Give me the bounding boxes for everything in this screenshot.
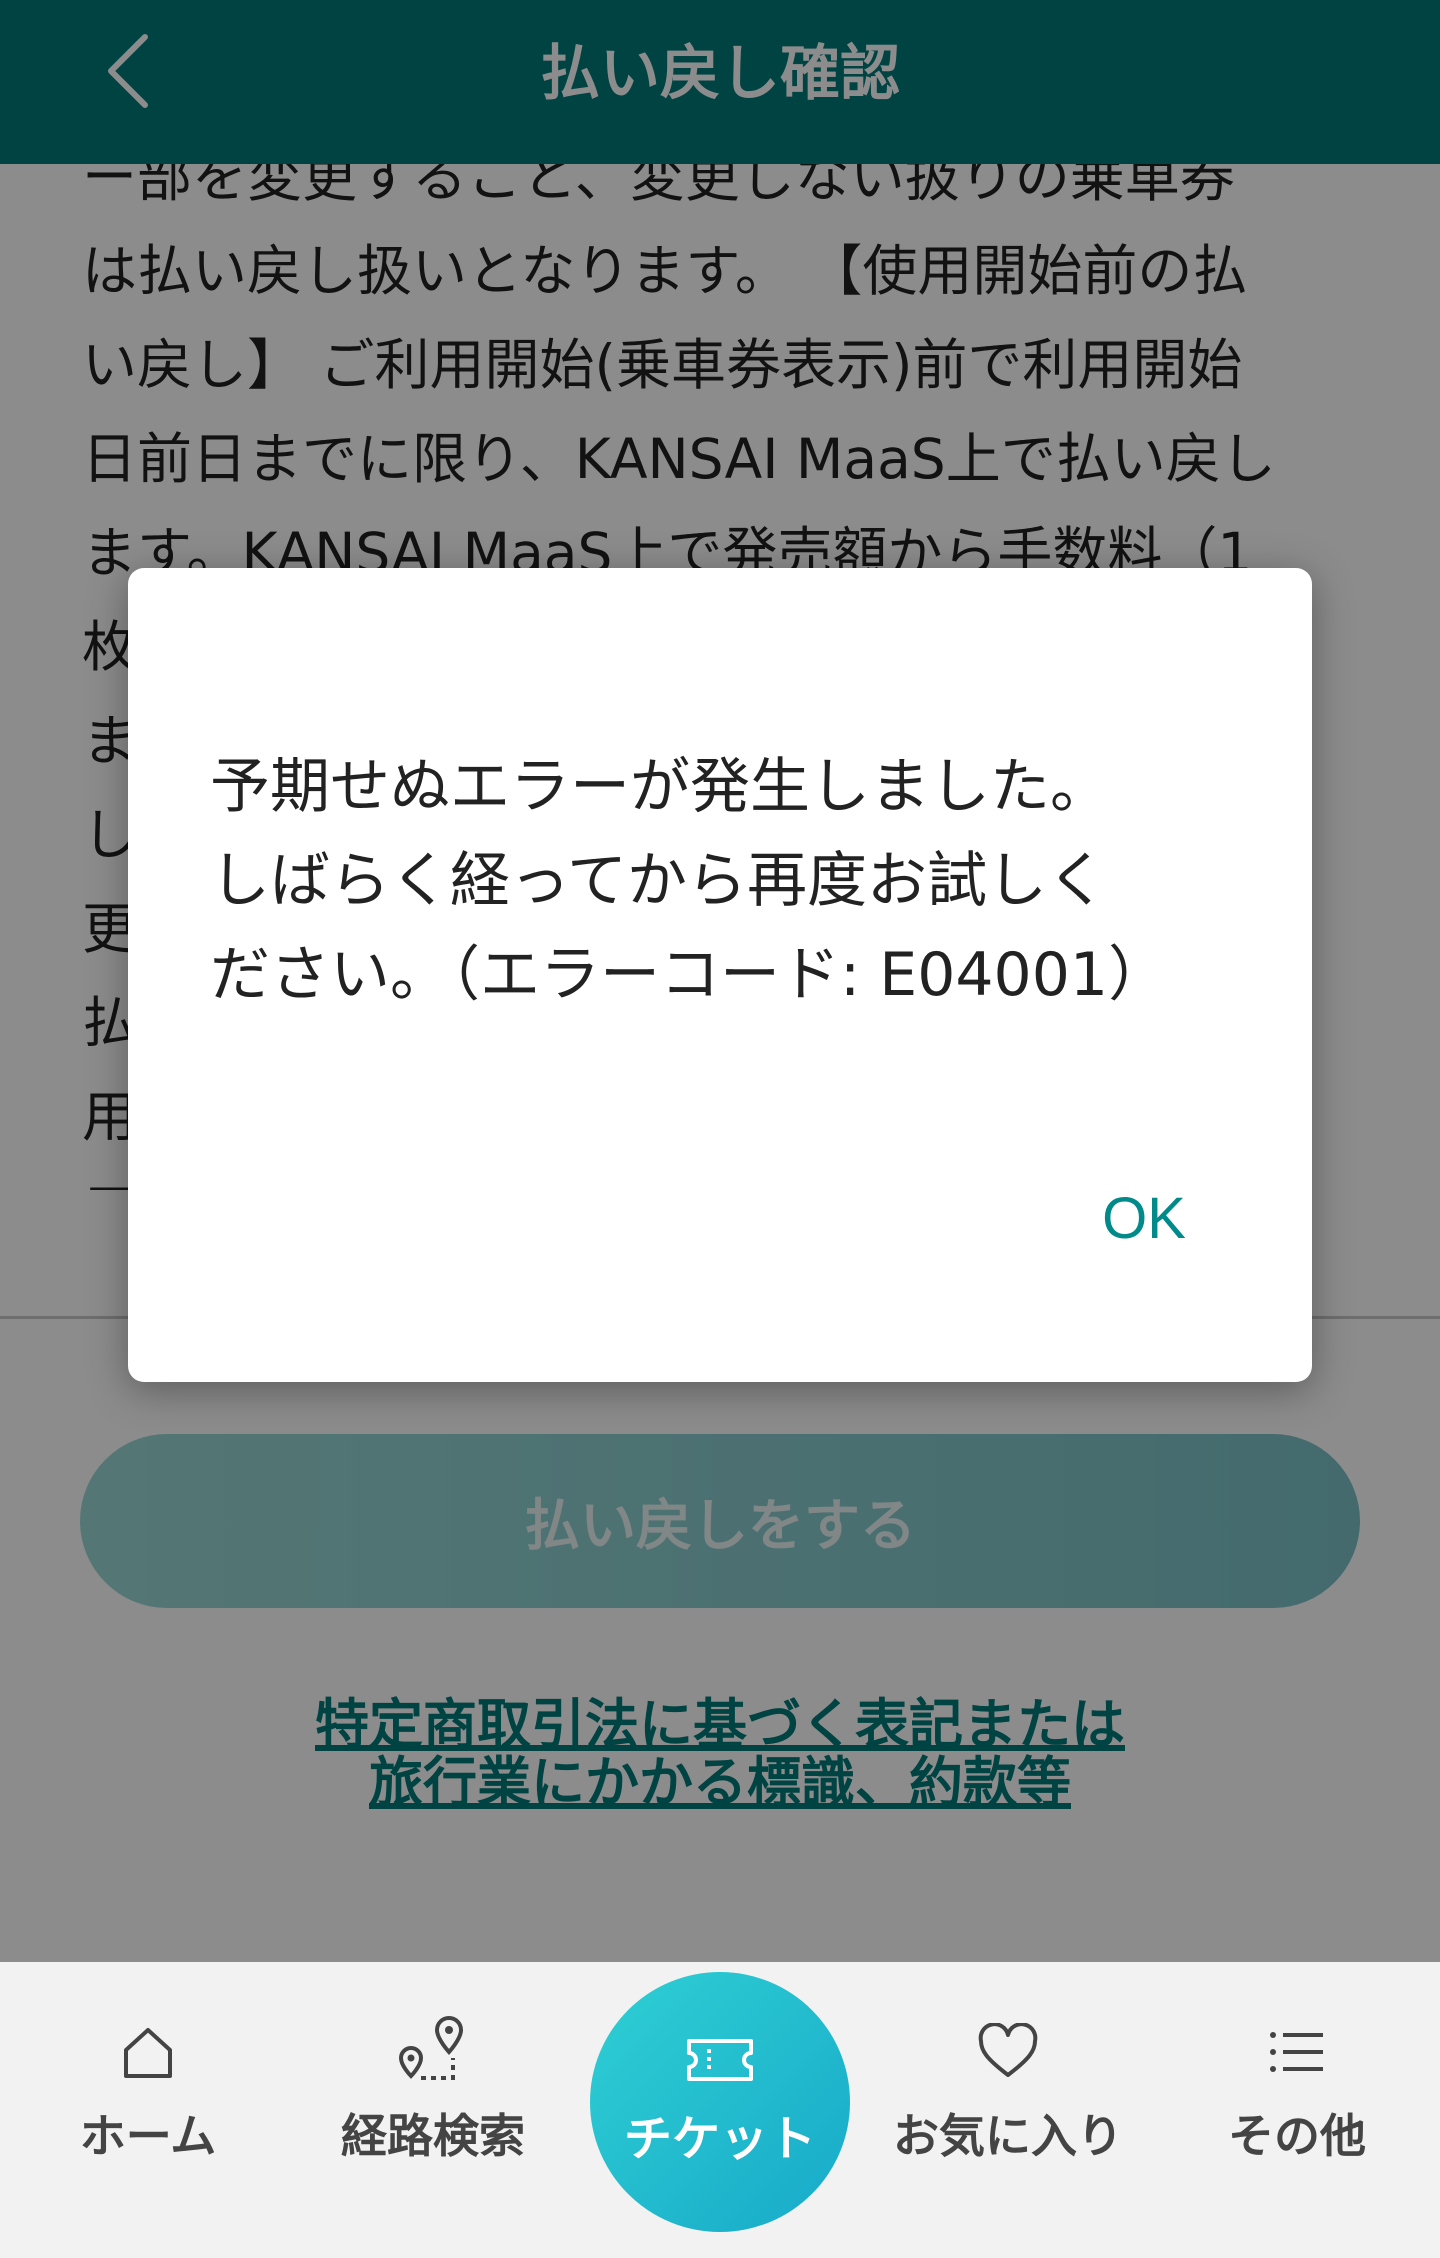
home-icon — [124, 2028, 172, 2078]
list-icon — [1270, 2032, 1323, 2072]
nav-ticket[interactable]: チケット — [590, 1972, 850, 2232]
nav-other[interactable]: その他 — [1182, 2014, 1412, 2174]
error-dialog: 予期せぬエラーが発生しました。 しばらく経ってから再度お試しく ださい。（エラー… — [128, 568, 1312, 1382]
ok-button[interactable]: OK — [1064, 1168, 1224, 1268]
nav-favorites-label: お気に入り — [893, 2109, 1123, 2163]
error-message: 予期せぬエラーが発生しました。 しばらく経ってから再度お試しく ださい。（エラー… — [210, 752, 1169, 1010]
nav-route-search[interactable]: 経路検索 — [318, 2014, 548, 2174]
nav-other-label: その他 — [1228, 2109, 1366, 2163]
ticket-icon — [687, 2039, 753, 2081]
route-pin-icon — [398, 2015, 464, 2080]
heart-icon — [978, 2023, 1038, 2077]
nav-route-label: 経路検索 — [341, 2109, 525, 2163]
nav-favorites[interactable]: お気に入り — [893, 2014, 1123, 2174]
nav-home-label: ホーム — [79, 2109, 217, 2163]
nav-home[interactable]: ホーム — [33, 2014, 263, 2174]
nav-ticket-label: チケット — [623, 2111, 816, 2167]
